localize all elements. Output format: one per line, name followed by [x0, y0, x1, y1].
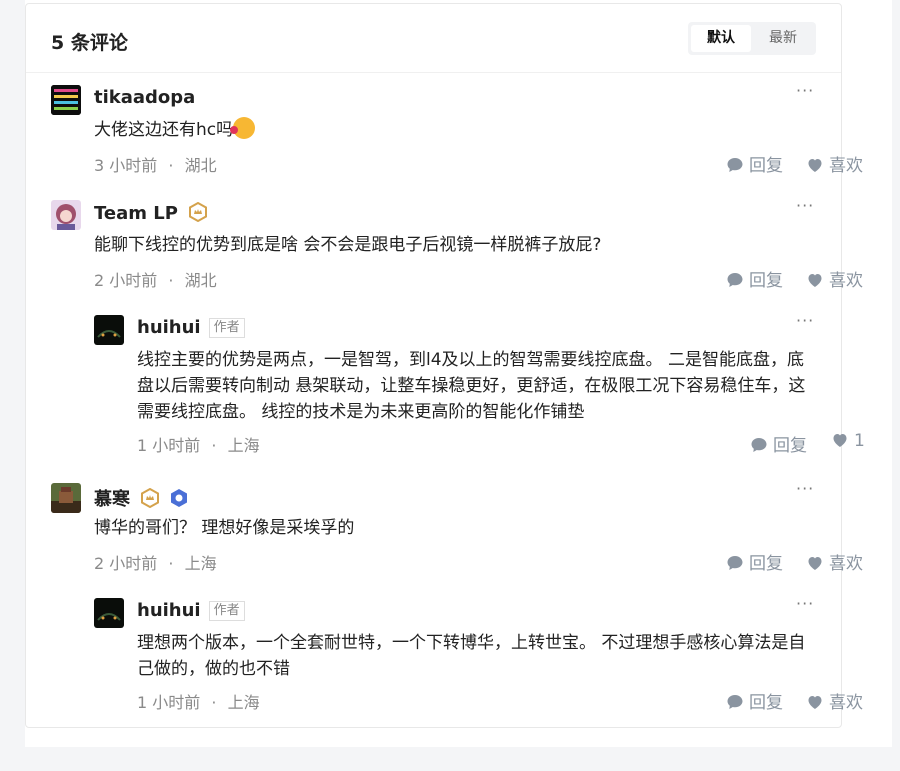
comment-meta: 1 小时前 · 上海 — [137, 689, 260, 713]
comment-location: 湖北 — [184, 156, 217, 175]
like-button[interactable]: 喜欢 — [806, 151, 863, 176]
comment-bubble-icon — [727, 273, 743, 287]
sort-default-button[interactable]: 默认 — [691, 25, 751, 52]
like-label: 喜欢 — [829, 554, 863, 574]
reply-button[interactable]: 回复 — [726, 266, 783, 291]
like-count: 1 — [854, 431, 865, 451]
like-button[interactable]: 1 — [831, 431, 865, 451]
heart-icon — [808, 159, 822, 172]
comment-bubble-icon — [727, 556, 743, 570]
more-options-button[interactable]: ··· — [796, 196, 814, 215]
meta-separator: · — [211, 436, 217, 455]
comment-author: huihui 作者 — [137, 600, 245, 621]
heart-icon — [833, 434, 847, 447]
reply-label: 回复 — [749, 271, 783, 291]
avatar-image — [94, 598, 124, 628]
level-badge-icon — [141, 487, 160, 509]
heart-icon — [808, 557, 822, 570]
meta-separator: · — [168, 554, 174, 573]
reply-item: huihui 作者 ··· 理想两个版本，一个全套耐世特，一个下转博华，上转世宝。… — [94, 594, 863, 718]
reply-button[interactable]: 回复 — [726, 688, 783, 713]
comment-location: 上海 — [184, 554, 217, 573]
comment-bubble-icon — [727, 158, 743, 172]
avatar-image — [51, 483, 81, 513]
comment-author-name[interactable]: huihui — [137, 600, 201, 621]
avatar-image — [51, 85, 81, 115]
comment-text: 大佬这边还有hc吗 — [94, 117, 794, 143]
comment-location: 上海 — [227, 693, 260, 712]
avatar-image — [94, 315, 124, 345]
reply-button[interactable]: 回复 — [750, 431, 807, 456]
comment-author: Team LP — [94, 201, 208, 224]
comment-item: tikaadopa ··· 大佬这边还有hc吗 3 小时前 · 湖北 回复 喜欢 — [51, 81, 863, 180]
comment-text-content: 大佬这边还有hc吗 — [94, 120, 234, 140]
like-button[interactable]: 喜欢 — [806, 688, 863, 713]
verified-badge-icon — [170, 489, 187, 507]
avatar[interactable] — [51, 200, 81, 230]
like-button[interactable]: 喜欢 — [806, 266, 863, 291]
heart-icon — [808, 696, 822, 709]
author-tag: 作者 — [208, 601, 245, 621]
sort-latest-button[interactable]: 最新 — [753, 25, 813, 52]
comment-author: huihui 作者 — [137, 317, 245, 338]
comment-bubble-icon — [751, 438, 767, 452]
comment-time: 3 小时前 — [94, 156, 158, 175]
author-tag: 作者 — [208, 318, 245, 338]
avatar[interactable] — [94, 598, 124, 628]
avatar-image — [51, 200, 81, 230]
comment-item: 慕寒 ··· 博华的哥们？ 理想好像是采埃孚的 2 小时前 · 上海 回复 喜欢 — [51, 479, 863, 578]
comment-location: 湖北 — [184, 271, 217, 290]
like-label: 喜欢 — [829, 271, 863, 291]
reply-button[interactable]: 回复 — [726, 151, 783, 176]
heart-icon — [808, 274, 822, 287]
comment-meta: 1 小时前 · 上海 — [137, 432, 260, 456]
comment-author-name[interactable]: 慕寒 — [94, 489, 130, 510]
comment-meta: 2 小时前 · 湖北 — [94, 267, 217, 291]
level-badge-icon — [189, 201, 208, 223]
meta-separator: · — [168, 156, 174, 175]
comment-time: 2 小时前 — [94, 271, 158, 290]
comment-author-name[interactable]: Team LP — [94, 203, 178, 224]
more-options-button[interactable]: ··· — [796, 479, 814, 498]
comment-item: Team LP ··· 能聊下线控的优势到底是啥 会不会是跟电子后视镜一样脱裤子… — [51, 196, 863, 295]
like-label: 喜欢 — [829, 693, 863, 713]
meta-separator: · — [211, 693, 217, 712]
comment-text: 线控主要的优势是两点，一是智驾，到l4及以上的智驾需要线控底盘。 二是智能底盘，… — [137, 350, 806, 422]
comment-meta: 3 小时前 · 湖北 — [94, 152, 217, 176]
comment-time: 1 小时前 — [137, 693, 201, 712]
reply-button[interactable]: 回复 — [726, 549, 783, 574]
comment-bubble-icon — [727, 695, 743, 709]
avatar[interactable] — [94, 315, 124, 345]
more-options-button[interactable]: ··· — [796, 594, 814, 613]
more-options-button[interactable]: ··· — [796, 81, 814, 100]
more-options-button[interactable]: ··· — [796, 311, 814, 330]
comment-time: 1 小时前 — [137, 436, 201, 455]
comment-author: 慕寒 — [94, 485, 189, 511]
comment-text: 理想两个版本，一个全套耐世特，一个下转博华，上转世宝。 不过理想手感核心算法是自… — [137, 633, 806, 679]
comment-location: 上海 — [227, 436, 260, 455]
reply-label: 回复 — [749, 554, 783, 574]
avatar[interactable] — [51, 483, 81, 513]
like-button[interactable]: 喜欢 — [806, 549, 863, 574]
meta-separator: · — [168, 271, 174, 290]
comment-author-name[interactable]: huihui — [137, 317, 201, 338]
avatar[interactable] — [51, 85, 81, 115]
reply-label: 回复 — [749, 156, 783, 176]
reply-label: 回复 — [773, 436, 807, 456]
comments-header: 5 条评论 默认 最新 — [26, 4, 841, 73]
sort-toggle: 默认 最新 — [688, 22, 816, 55]
comments-card: 5 条评论 默认 最新 tikaadopa ··· 大佬这边还有hc吗 3 小时… — [25, 3, 865, 728]
comment-text: 能聊下线控的优势到底是啥 会不会是跟电子后视镜一样脱裤子放屁? — [94, 235, 602, 255]
comment-author[interactable]: tikaadopa — [94, 87, 195, 108]
like-label: 喜欢 — [829, 156, 863, 176]
kiss-emoji-icon — [230, 117, 256, 139]
comment-text: 博华的哥们？ 理想好像是采埃孚的 — [94, 518, 355, 538]
reply-label: 回复 — [749, 693, 783, 713]
reply-item: huihui 作者 ··· 线控主要的优势是两点，一是智驾，到l4及以上的智驾需要… — [94, 311, 865, 460]
comment-meta: 2 小时前 · 上海 — [94, 550, 217, 574]
comment-time: 2 小时前 — [94, 554, 158, 573]
comments-count-title: 5 条评论 — [51, 32, 128, 54]
